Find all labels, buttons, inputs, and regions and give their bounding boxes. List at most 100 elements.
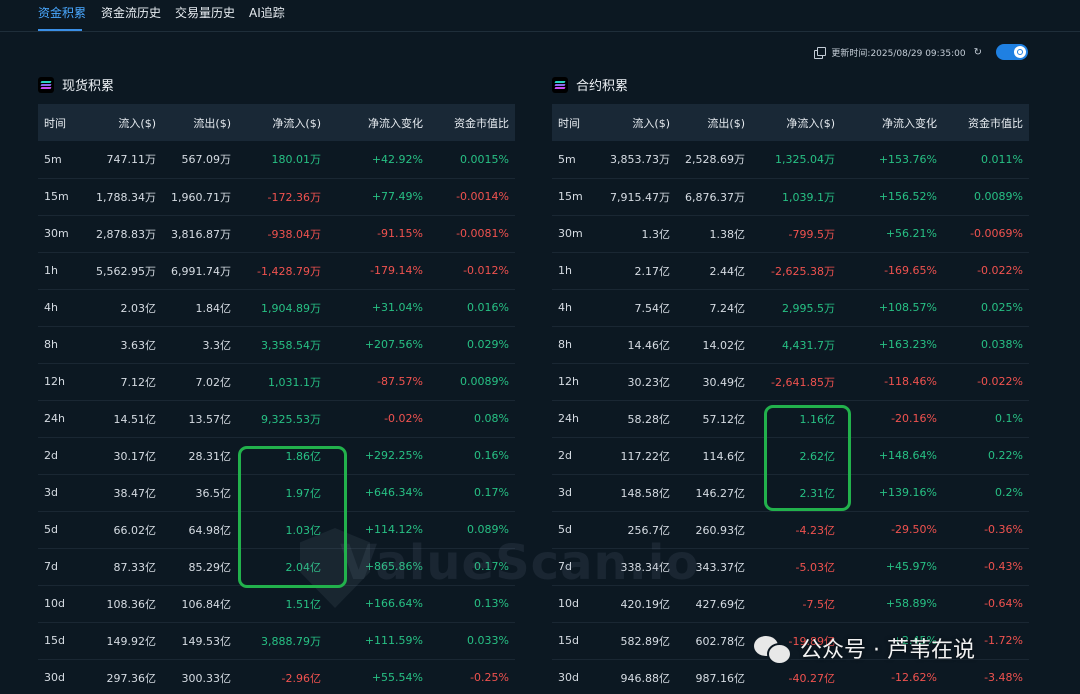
table-cell: 30.23亿 (604, 363, 676, 401)
table-cell: -20.16% (841, 400, 943, 438)
column-header: 流出($) (162, 104, 237, 141)
table-cell: 28.31亿 (162, 437, 237, 475)
spot-table: 时间 流入($) 流出($) 净流入($) 净流入变化 资金市值比 5m 747.11万 56… (38, 104, 515, 694)
table-cell: 30.17亿 (90, 437, 162, 475)
table-cell: 30m (38, 215, 90, 253)
table-cell: +56.21% (841, 215, 943, 253)
table-cell: 1,325.04万 (751, 141, 841, 179)
table-cell: 2.31亿 (751, 474, 841, 512)
table-cell: -0.022% (943, 363, 1029, 401)
table-cell: 987.16亿 (676, 659, 751, 694)
table-cell: 0.17% (429, 474, 515, 512)
table-cell: 2.17亿 (604, 252, 676, 290)
table-row: 24h 14.51亿 13.57亿 9,325.53万 -0.02% 0.08% (38, 400, 515, 438)
table-cell: 58.28亿 (604, 400, 676, 438)
table-cell: +646.34% (327, 474, 429, 512)
table-row: 3d 148.58亿 146.27亿 2.31亿 +139.16% 0.2% (552, 474, 1029, 512)
table-row: 30m 2,878.83万 3,816.87万 -938.04万 -91.15% -0.0… (38, 215, 515, 253)
table-cell: 1.86亿 (237, 437, 327, 475)
table-cell: -938.04万 (237, 215, 327, 253)
column-header: 净流入($) (237, 104, 327, 141)
table-cell: -0.022% (943, 252, 1029, 290)
table-cell: 0.16% (429, 437, 515, 475)
table-cell: 30d (38, 659, 90, 694)
tab-fund-accumulation[interactable]: 资金积累 (38, 4, 86, 21)
table-cell: 10d (38, 585, 90, 623)
copy-icon[interactable] (814, 46, 827, 59)
table-cell: 2,878.83万 (90, 215, 162, 253)
table-cell: 1,039.1万 (751, 178, 841, 216)
table-cell: 24h (552, 400, 604, 438)
table-cell: 24h (38, 400, 90, 438)
column-header: 流出($) (676, 104, 751, 141)
table-cell: -2,625.38万 (751, 252, 841, 290)
table-cell: 30m (552, 215, 604, 253)
table-cell: 57.12亿 (676, 400, 751, 438)
table-row: 5m 747.11万 567.09万 180.01万 +42.92% 0.0015% (38, 141, 515, 179)
table-cell: 85.29亿 (162, 548, 237, 586)
table-cell: 66.02亿 (90, 511, 162, 549)
table-cell: +108.57% (841, 289, 943, 327)
column-header: 流入($) (90, 104, 162, 141)
table-cell: 0.033% (429, 622, 515, 660)
table-row: 12h 7.12亿 7.02亿 1,031.1万 -87.57% 0.0089% (38, 363, 515, 401)
tab-fund-flow-history[interactable]: 资金流历史 (101, 4, 161, 21)
table-cell: 4,431.7万 (751, 326, 841, 364)
table-cell: 5m (38, 141, 90, 179)
table-cell: 3,853.73万 (604, 141, 676, 179)
table-cell: -1,428.79万 (237, 252, 327, 290)
table-cell: 7.54亿 (604, 289, 676, 327)
tab-ai-tracking[interactable]: AI追踪 (249, 4, 285, 21)
table-row: 5m 3,853.73万 2,528.69万 1,325.04万 +153.76% 0.0… (552, 141, 1029, 179)
table-row: 2d 30.17亿 28.31亿 1.86亿 +292.25% 0.16% (38, 437, 515, 475)
table-cell: 0.0089% (943, 178, 1029, 216)
table-cell: 36.5亿 (162, 474, 237, 512)
table-row: 30d 946.88亿 987.16亿 -40.27亿 -12.62% -3.48% (552, 659, 1029, 694)
table-cell: 3,888.79万 (237, 622, 327, 660)
table-cell: 14.51亿 (90, 400, 162, 438)
table-cell: -0.0081% (429, 215, 515, 253)
table-cell: +31.04% (327, 289, 429, 327)
table-cell: 14.02亿 (676, 326, 751, 364)
table-cell: 3.63亿 (90, 326, 162, 364)
solana-icon (552, 76, 568, 93)
table-cell: 12h (552, 363, 604, 401)
table-cell: +153.76% (841, 141, 943, 179)
table-cell: 114.6亿 (676, 437, 751, 475)
table-cell: 149.92亿 (90, 622, 162, 660)
tab-volume-history[interactable]: 交易量历史 (175, 4, 235, 21)
table-cell: 30d (552, 659, 604, 694)
table-cell: 1,788.34万 (90, 178, 162, 216)
table-cell: 7.02亿 (162, 363, 237, 401)
wechat-caption-text: 公众号 · 芦苇在说 (800, 638, 975, 663)
table-cell: 946.88亿 (604, 659, 676, 694)
table-cell: 0.08% (429, 400, 515, 438)
table-cell: 5d (38, 511, 90, 549)
table-cell: +139.16% (841, 474, 943, 512)
refresh-icon[interactable]: ↻ (974, 47, 982, 58)
table-cell: -0.64% (943, 585, 1029, 623)
table-cell: -87.57% (327, 363, 429, 401)
table-cell: 30.49亿 (676, 363, 751, 401)
table-cell: +55.54% (327, 659, 429, 694)
table-cell: 2d (38, 437, 90, 475)
column-header: 净流入($) (751, 104, 841, 141)
table-cell: 4h (38, 289, 90, 327)
table-cell: -40.27亿 (751, 659, 841, 694)
table-row: 3d 38.47亿 36.5亿 1.97亿 +646.34% 0.17% (38, 474, 515, 512)
column-header: 时间 (38, 104, 90, 141)
table-row: 15m 1,788.34万 1,960.71万 -172.36万 +77.49% -0.0… (38, 178, 515, 216)
table-cell: 38.47亿 (90, 474, 162, 512)
table-cell: -172.36万 (237, 178, 327, 216)
table-cell: +111.59% (327, 622, 429, 660)
table-cell: 12h (38, 363, 90, 401)
table-cell: +292.25% (327, 437, 429, 475)
table-cell: 0.011% (943, 141, 1029, 179)
table-cell: 148.58亿 (604, 474, 676, 512)
table-cell: 1.97亿 (237, 474, 327, 512)
table-cell: 1.38亿 (676, 215, 751, 253)
auto-refresh-toggle[interactable] (996, 44, 1028, 60)
table-cell: 3,816.87万 (162, 215, 237, 253)
table-cell: 15m (552, 178, 604, 216)
table-cell: 2.03亿 (90, 289, 162, 327)
